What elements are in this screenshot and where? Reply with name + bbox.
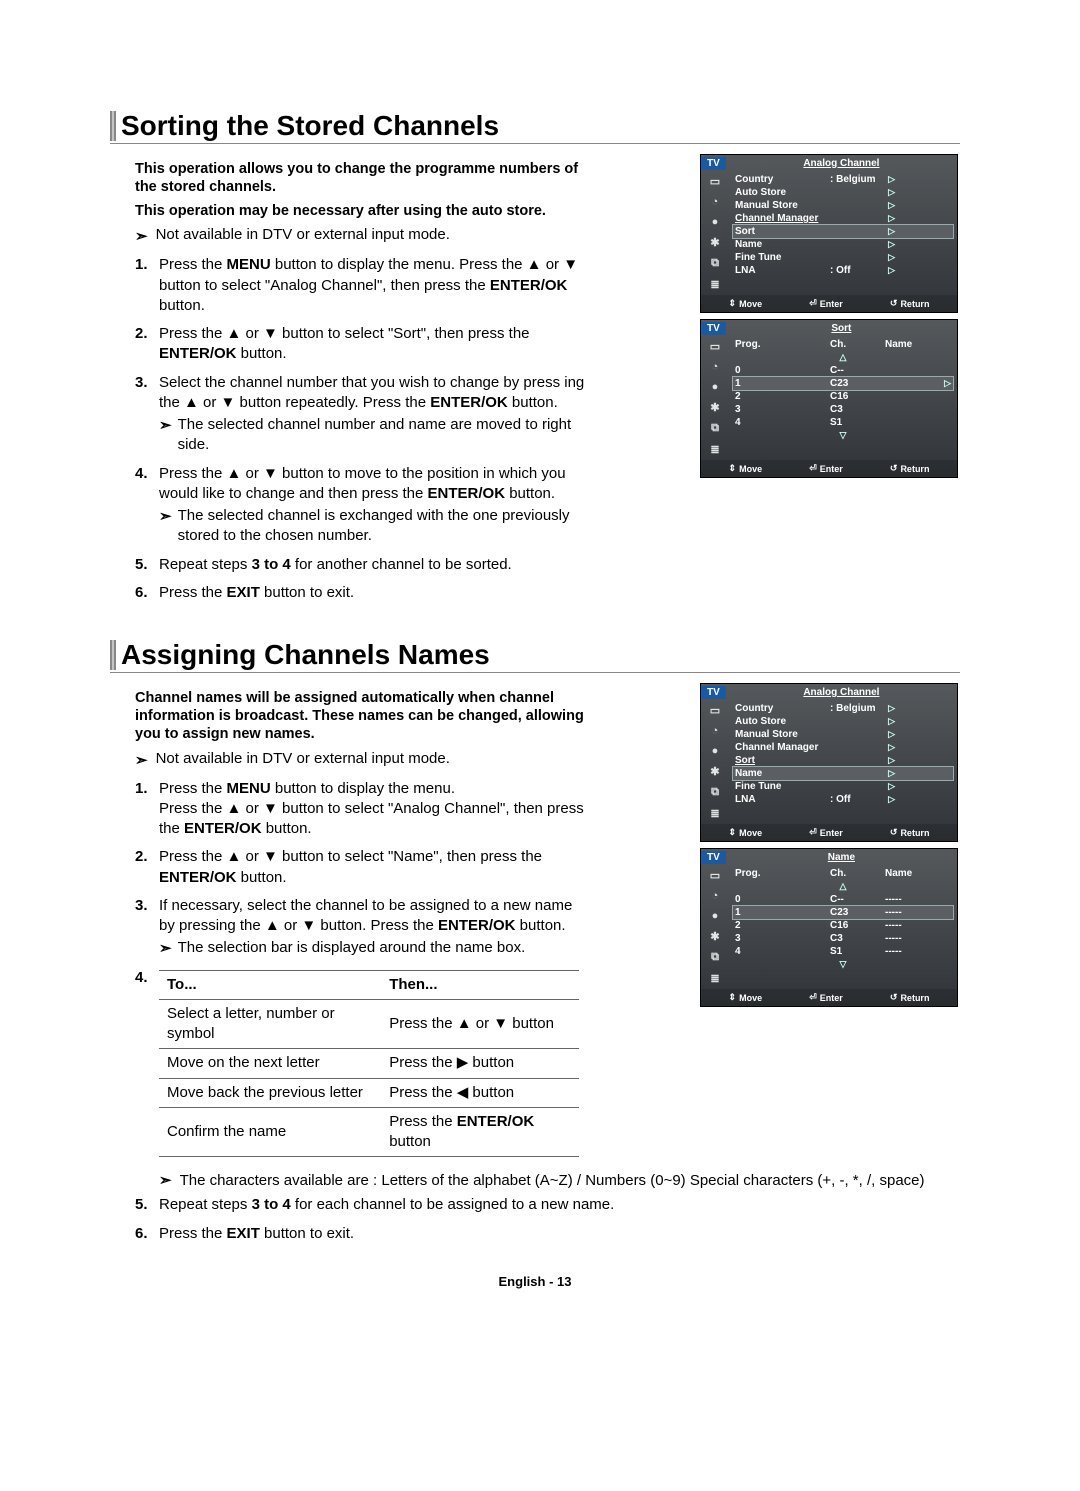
page-number: English - 13 bbox=[110, 1274, 960, 1289]
s2-step1: 1. Press the MENU button to display the … bbox=[135, 779, 592, 840]
instruction-table: To...Then... Select a letter, number or … bbox=[159, 970, 579, 1158]
note-arrow-icon: ➣ bbox=[159, 939, 172, 959]
osd-sidebar-icons: ▭◔●✱⧉≣ bbox=[701, 171, 729, 295]
s1-step4: 4. Press the ▲ or ▼ button to move to th… bbox=[135, 464, 592, 547]
s2-step4: 4. To...Then... Select a letter, number … bbox=[135, 968, 592, 1158]
s2-step3: 3. If necessary, select the channel to b… bbox=[135, 896, 592, 960]
s2-step6: 6. Press the EXIT button to exit. bbox=[135, 1224, 960, 1244]
section2-heading: Assigning Channels Names bbox=[110, 639, 960, 673]
section1-title: Sorting the Stored Channels bbox=[121, 110, 499, 142]
s1-step6: 6. Press the EXIT button to exit. bbox=[135, 583, 592, 603]
note-arrow-icon: ➣ bbox=[159, 416, 172, 456]
s1-step3: 3. Select the channel number that you wi… bbox=[135, 373, 592, 456]
note-arrow-icon: ➣ bbox=[135, 227, 148, 245]
section2-note-text: Not available in DTV or external input m… bbox=[156, 750, 450, 767]
heading-bar-icon bbox=[110, 640, 116, 670]
note-arrow-icon: ➣ bbox=[159, 507, 172, 547]
s2-step2: 2. Press the ▲ or ▼ button to select "Na… bbox=[135, 847, 592, 888]
s1-step5: 5. Repeat steps 3 to 4 for another chann… bbox=[135, 555, 592, 575]
heading-bar-icon bbox=[110, 111, 116, 141]
osd-sort-list: TVSort ▭◔●✱⧉≣ Prog.Ch.Name △ 0C-- 1C23▷ … bbox=[700, 319, 958, 478]
osd-analog-sort: TVAnalog Channel ▭◔●✱⧉≣ Country: Belgium… bbox=[700, 154, 958, 313]
osd-name-list: TVName ▭◔●✱⧉≣ Prog.Ch.Name △ 0C------- 1… bbox=[700, 848, 958, 1007]
s1-step2: 2. Press the ▲ or ▼ button to select "So… bbox=[135, 324, 592, 365]
section1-note: ➣ Not available in DTV or external input… bbox=[135, 226, 592, 245]
s2-step5: 5. Repeat steps 3 to 4 for each channel … bbox=[135, 1195, 960, 1215]
section2-note: ➣ Not available in DTV or external input… bbox=[135, 750, 592, 769]
section1-intro1: This operation allows you to change the … bbox=[135, 160, 592, 196]
s1-step1: 1. Press the MENU button to display the … bbox=[135, 255, 592, 316]
section1-heading: Sorting the Stored Channels bbox=[110, 110, 960, 144]
section2-title: Assigning Channels Names bbox=[121, 639, 490, 671]
section2-intro: Channel names will be assigned automatic… bbox=[135, 689, 592, 743]
char-note: ➣The characters available are : Letters … bbox=[159, 1171, 960, 1189]
osd-analog-name: TVAnalog Channel ▭◔●✱⧉≣ Country: Belgium… bbox=[700, 683, 958, 842]
section1-intro2: This operation may be necessary after us… bbox=[135, 202, 592, 220]
note-arrow-icon: ➣ bbox=[135, 751, 148, 769]
section1-note-text: Not available in DTV or external input m… bbox=[156, 226, 450, 243]
